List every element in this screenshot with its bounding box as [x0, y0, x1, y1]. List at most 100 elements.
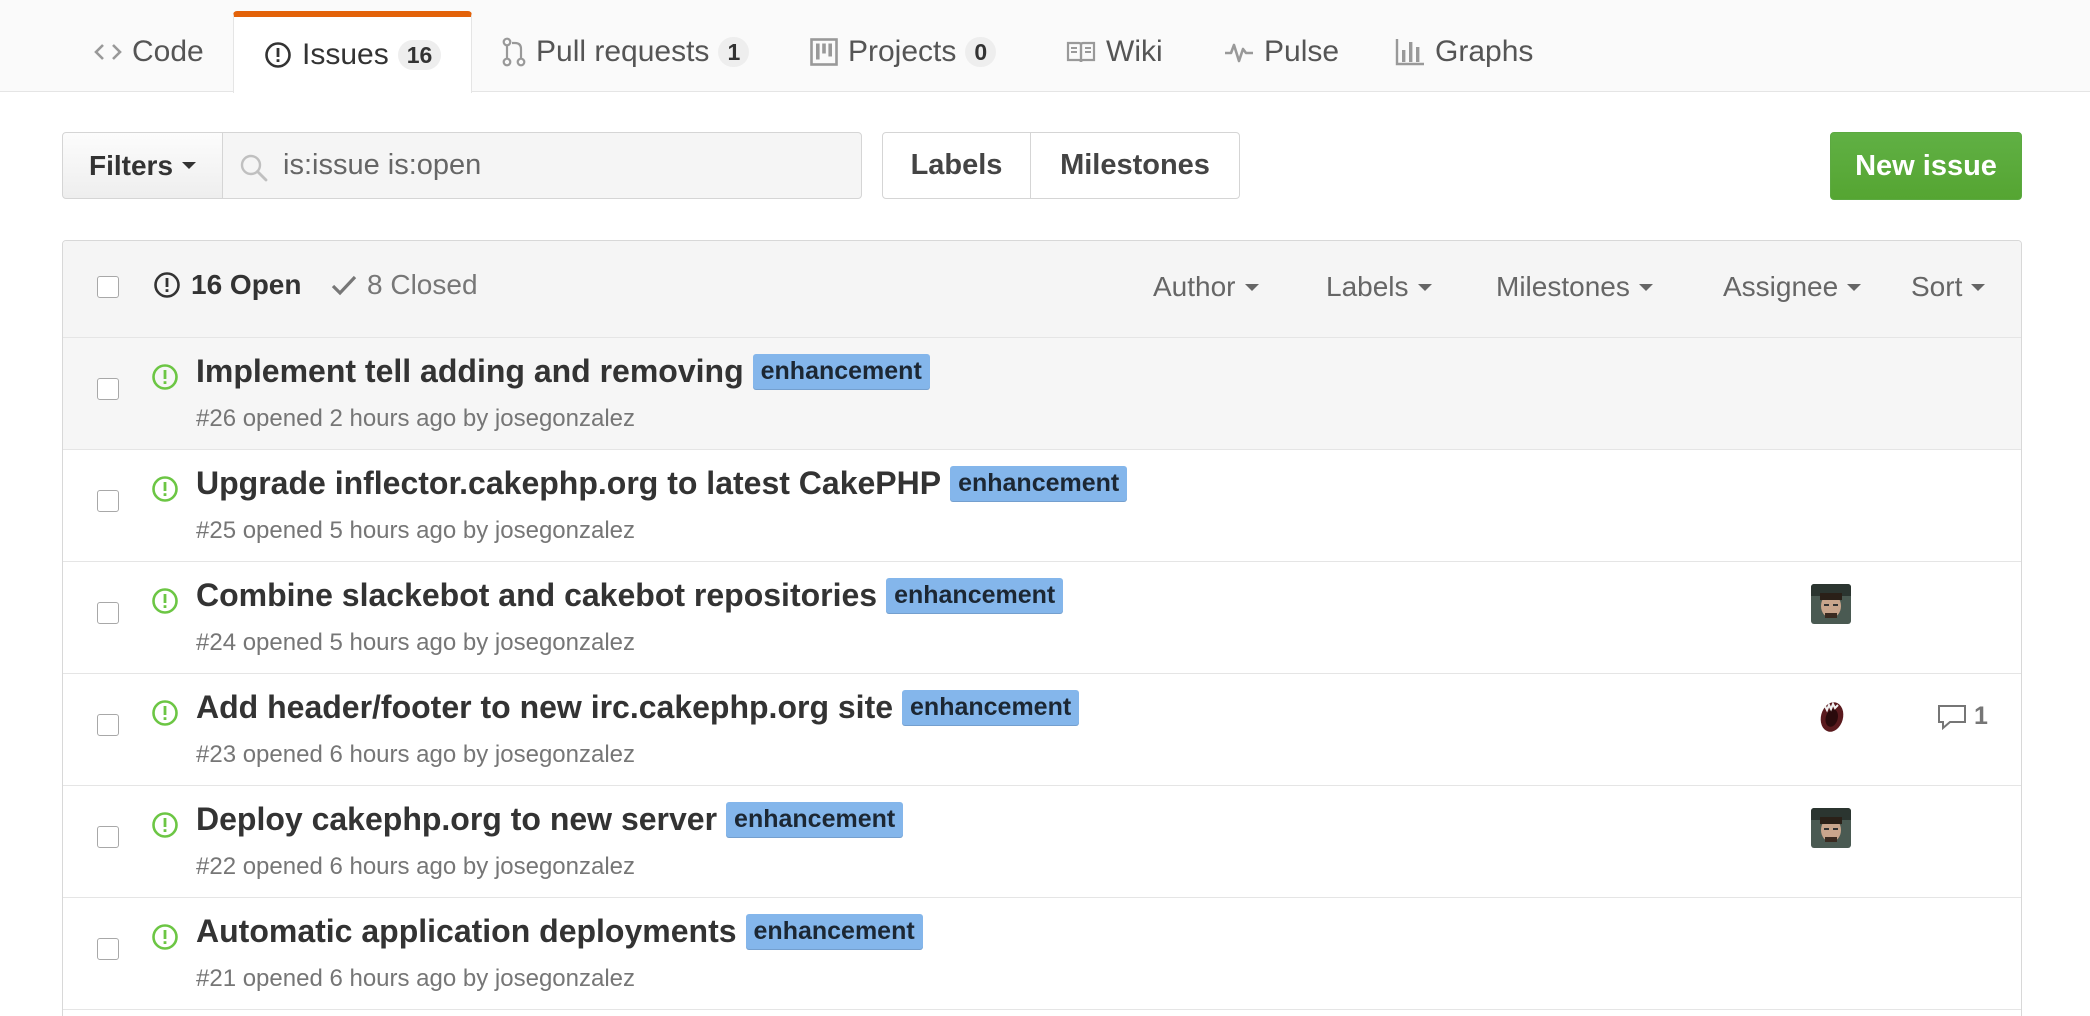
issue-title-line: Implement tell adding and removing enhan…	[196, 353, 930, 390]
issue-title-line: Add header/footer to new irc.cakephp.org…	[196, 689, 1080, 726]
issue-row[interactable]: Upgrade inflector.cakephp.org to latest …	[63, 450, 2021, 562]
search-input[interactable]	[283, 149, 843, 182]
issue-title-link[interactable]: Add header/footer to new irc.cakephp.org…	[196, 689, 893, 726]
issue-opened-icon	[152, 588, 178, 614]
filters-button[interactable]: Filters	[62, 132, 223, 199]
issue-title-link[interactable]: Deploy cakephp.org to new server	[196, 801, 717, 838]
issue-checkbox[interactable]	[97, 714, 119, 736]
tab-label: Graphs	[1435, 35, 1534, 68]
issue-opened-icon	[152, 364, 178, 390]
tab-label: Pulse	[1264, 35, 1340, 68]
code-icon	[94, 44, 122, 60]
issue-title-link[interactable]: Upgrade inflector.cakephp.org to latest …	[196, 465, 941, 502]
issue-checkbox[interactable]	[97, 602, 119, 624]
labels-button[interactable]: Labels	[883, 133, 1031, 198]
new-issue-button[interactable]: New issue	[1830, 132, 2022, 200]
filter-label: Sort	[1911, 271, 1963, 302]
issue-meta: #25 opened 5 hours ago by josegonzalez	[196, 517, 636, 544]
open-issues-link[interactable]: 16 Open	[153, 269, 301, 301]
assignee-filter[interactable]: Assignee	[1723, 271, 1862, 303]
open-count-label: 16 Open	[191, 269, 302, 300]
search-icon	[240, 154, 268, 182]
issue-title-link[interactable]: Combine slackebot and cakebot repositori…	[196, 577, 877, 614]
issue-label[interactable]: enhancement	[950, 465, 1128, 502]
chevron-down-icon	[1244, 283, 1259, 291]
assignee-avatar[interactable]	[1811, 808, 1851, 848]
assignee-avatar[interactable]	[1811, 696, 1851, 736]
filter-label: Assignee	[1723, 271, 1839, 302]
issue-opened-icon	[265, 42, 291, 68]
project-icon	[810, 38, 838, 66]
tab-label: Wiki	[1106, 35, 1163, 68]
select-all-checkbox[interactable]	[97, 276, 119, 298]
issues-list: 16 Open 8 Closed Author Labels Milestone…	[62, 240, 2022, 1016]
git-pull-request-icon	[502, 37, 526, 67]
check-icon	[331, 275, 357, 296]
milestones-filter[interactable]: Milestones	[1496, 271, 1653, 303]
issue-opened-icon	[152, 812, 178, 838]
author-filter[interactable]: Author	[1153, 271, 1259, 303]
issue-label[interactable]: enhancement	[726, 801, 904, 838]
issue-checkbox[interactable]	[97, 826, 119, 848]
issues-counter: 16	[397, 40, 442, 70]
chevron-down-icon	[182, 162, 197, 169]
issue-label[interactable]: enhancement	[902, 689, 1080, 726]
closed-count-label: 8 Closed	[367, 269, 478, 300]
issue-meta: #26 opened 2 hours ago by josegonzalez	[196, 405, 636, 432]
tab-pull-requests[interactable]: Pull requests 1	[502, 12, 750, 92]
issue-meta: #21 opened 6 hours ago by josegonzalez	[196, 965, 636, 992]
tab-issues[interactable]: Issues 16	[233, 11, 473, 93]
issue-opened-icon	[152, 700, 178, 726]
issue-opened-icon	[152, 924, 178, 950]
avatar-mouth-icon	[1811, 696, 1851, 736]
labels-filter[interactable]: Labels	[1326, 271, 1432, 303]
issue-checkbox[interactable]	[97, 378, 119, 400]
projects-counter: 0	[965, 37, 997, 67]
comment-icon	[1938, 704, 1966, 730]
chevron-down-icon	[1971, 283, 1986, 291]
closed-issues-link[interactable]: 8 Closed	[331, 269, 478, 301]
issue-checkbox[interactable]	[97, 938, 119, 960]
tab-graphs[interactable]: Graphs	[1395, 12, 1533, 92]
tab-code[interactable]: Code	[94, 12, 204, 92]
issue-checkbox[interactable]	[97, 490, 119, 512]
tab-pulse[interactable]: Pulse	[1224, 12, 1339, 92]
search-box	[222, 132, 862, 199]
filter-label: Author	[1153, 271, 1236, 302]
issue-label[interactable]: enhancement	[886, 577, 1064, 614]
issue-opened-icon	[154, 272, 180, 298]
issue-row[interactable]: Automatic application deployments enhanc…	[63, 898, 2021, 1010]
repo-nav: Code Issues 16 Pull requests 1 Projects …	[0, 0, 2090, 93]
issue-label[interactable]: enhancement	[752, 353, 930, 390]
issue-title-line: Deploy cakephp.org to new server enhance…	[196, 801, 904, 838]
comments-link[interactable]: 1	[1937, 702, 1988, 731]
comment-count: 1	[1974, 702, 1988, 730]
issue-label[interactable]: enhancement	[745, 913, 923, 950]
pull-requests-counter: 1	[718, 37, 750, 67]
issue-title-link[interactable]: Implement tell adding and removing	[196, 353, 744, 390]
issue-title-line: Combine slackebot and cakebot repositori…	[196, 577, 1064, 614]
issue-opened-icon	[152, 476, 178, 502]
tab-label: Pull requests	[536, 35, 710, 68]
tab-wiki[interactable]: Wiki	[1066, 12, 1163, 92]
issue-row[interactable]: Combine slackebot and cakebot repositori…	[63, 562, 2021, 674]
assignee-avatar[interactable]	[1811, 584, 1851, 624]
issue-row[interactable]: Deploy cakephp.org to new server enhance…	[63, 786, 2021, 898]
filter-label: Milestones	[1496, 271, 1630, 302]
issue-title-link[interactable]: Automatic application deployments	[196, 913, 737, 950]
issue-row[interactable]: Add header/footer to new irc.cakephp.org…	[63, 674, 2021, 786]
chevron-down-icon	[1638, 283, 1653, 291]
tab-projects[interactable]: Projects 0	[810, 12, 997, 92]
filters-label: Filters	[88, 149, 174, 181]
avatar-person-icon	[1811, 808, 1851, 848]
issue-row[interactable]: Implement tell adding and removing enhan…	[63, 338, 2021, 450]
milestones-button[interactable]: Milestones	[1031, 133, 1239, 198]
sort-filter[interactable]: Sort	[1911, 271, 1986, 303]
book-icon	[1066, 41, 1096, 63]
avatar-person-icon	[1811, 584, 1851, 624]
labels-milestones-group: Labels Milestones	[882, 132, 1240, 199]
chevron-down-icon	[1417, 283, 1432, 291]
issue-meta: #24 opened 5 hours ago by josegonzalez	[196, 629, 636, 656]
issue-meta: #22 opened 6 hours ago by josegonzalez	[196, 853, 636, 880]
chevron-down-icon	[1847, 283, 1862, 291]
